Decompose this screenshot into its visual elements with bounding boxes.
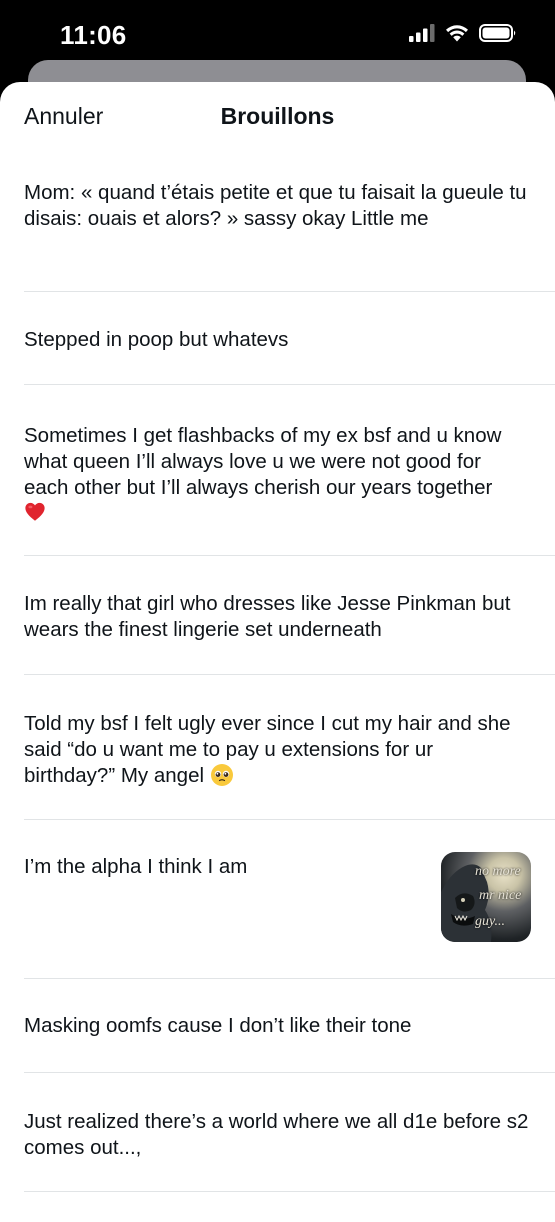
sheet-header: Annuler Brouillons — [0, 82, 555, 150]
draft-text: Im really that girl who dresses like Jes… — [24, 592, 517, 641]
draft-text: I’m the alpha I think I am — [24, 855, 248, 878]
draft-text-content: Sometimes I get flashbacks of my ex bsf … — [24, 424, 508, 499]
draft-text: Mom: « quand t’étais petite et que tu fa… — [24, 181, 533, 230]
draft-item[interactable]: Just realized there’s a world where we a… — [0, 1073, 555, 1193]
draft-item[interactable]: Stepped in poop but whatevs — [0, 292, 555, 385]
draft-item[interactable]: Masking oomfs cause I don’t like their t… — [0, 979, 555, 1073]
wifi-icon — [446, 25, 468, 42]
draft-text: Masking oomfs cause I don’t like their t… — [24, 1014, 412, 1037]
draft-item[interactable]: Im really that girl who dresses like Jes… — [0, 556, 555, 675]
pleading-face-emoji-icon — [210, 764, 233, 786]
divider — [24, 1191, 555, 1192]
cancel-button[interactable]: Annuler — [24, 103, 103, 130]
status-time: 11:06 — [60, 20, 127, 50]
status-icons — [409, 24, 517, 42]
draft-text-content: Told my bsf I felt ugly ever since I cut… — [24, 712, 517, 787]
thumbnail-caption: mr nice — [479, 888, 522, 903]
battery-icon — [479, 24, 516, 42]
red-heart-emoji-icon — [25, 502, 45, 521]
draft-text: Sometimes I get flashbacks of my ex bsf … — [24, 423, 529, 527]
draft-item[interactable]: I’m the alpha I think I am no more mr ni… — [0, 820, 555, 979]
drafts-sheet: Annuler Brouillons Mom: « quand t’étais … — [0, 82, 555, 1222]
draft-item[interactable]: Told my bsf I felt ugly ever since I cut… — [0, 675, 555, 820]
draft-text: Stepped in poop but whatevs — [24, 328, 289, 351]
draft-item[interactable]: Sometimes I get flashbacks of my ex bsf … — [0, 385, 555, 556]
thumbnail-caption: guy... — [475, 914, 505, 929]
draft-media-thumbnail[interactable]: no more mr nice guy... — [441, 852, 531, 942]
thumbnail-caption: no more — [475, 864, 521, 879]
draft-text: Told my bsf I felt ugly ever since I cut… — [24, 711, 529, 789]
signal-icon — [409, 24, 435, 42]
draft-text: Just realized there’s a world where we a… — [24, 1110, 535, 1159]
